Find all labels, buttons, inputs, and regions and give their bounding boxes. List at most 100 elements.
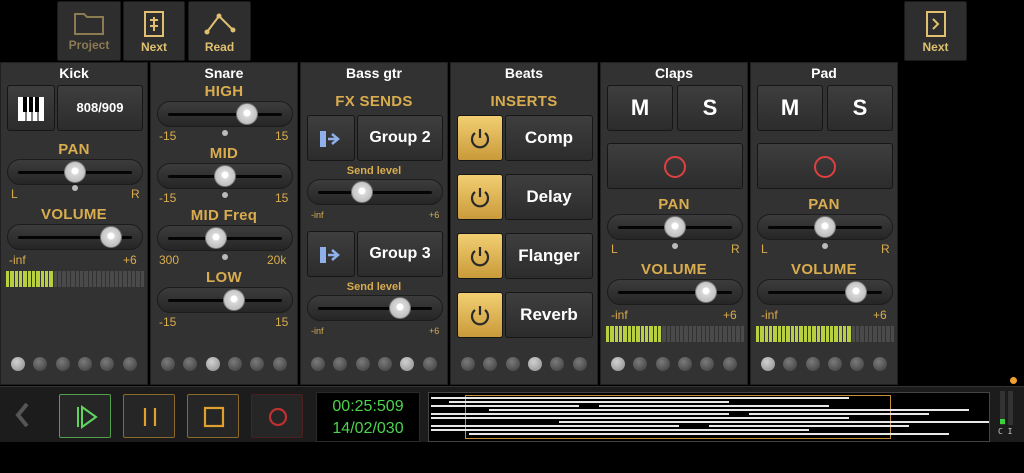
insert-effect-button[interactable]: Reverb xyxy=(505,292,593,338)
page-dot[interactable] xyxy=(550,357,565,371)
eq-mid-slider[interactable] xyxy=(157,163,293,189)
meter-segment xyxy=(71,271,75,287)
eq-high-knob[interactable] xyxy=(236,103,259,125)
play-button[interactable] xyxy=(59,394,111,438)
overview-lane xyxy=(489,409,969,411)
page-dot[interactable] xyxy=(272,357,287,371)
send-group-button[interactable]: Group 3 xyxy=(357,231,443,277)
send-level-knob[interactable] xyxy=(350,181,373,203)
page-dot[interactable] xyxy=(700,357,715,371)
page-dot[interactable] xyxy=(633,357,648,371)
page-dot[interactable] xyxy=(400,357,415,371)
send-route-button[interactable] xyxy=(307,231,355,277)
page-dot[interactable] xyxy=(611,357,626,371)
page-dot[interactable] xyxy=(55,357,70,371)
page-dot[interactable] xyxy=(11,357,26,371)
volume-label: VOLUME xyxy=(641,261,707,278)
record-button[interactable] xyxy=(251,394,303,438)
volume-slider[interactable] xyxy=(757,279,893,305)
page-dot[interactable] xyxy=(678,357,693,371)
pan-knob[interactable] xyxy=(64,161,86,183)
page-dot[interactable] xyxy=(205,357,220,371)
page-dot[interactable] xyxy=(250,357,265,371)
send-level-slider[interactable] xyxy=(307,295,443,321)
page-dot[interactable] xyxy=(183,357,198,371)
insert-power-button[interactable] xyxy=(457,174,503,220)
page-dot[interactable] xyxy=(161,357,176,371)
pan-knob[interactable] xyxy=(814,216,836,238)
stop-button[interactable] xyxy=(187,394,239,438)
meter-segment xyxy=(653,326,658,342)
eq-midfreq-knob[interactable] xyxy=(205,227,228,249)
meter-segment xyxy=(40,271,45,287)
page-dot[interactable] xyxy=(761,357,776,371)
next-button[interactable]: Next xyxy=(123,1,185,61)
page-dot[interactable] xyxy=(483,357,498,371)
insert-effect-button[interactable]: Delay xyxy=(505,174,593,220)
page-dot[interactable] xyxy=(722,357,737,371)
read-button[interactable]: Read xyxy=(188,1,251,61)
pause-button[interactable] xyxy=(123,394,175,438)
chevron-left-icon[interactable] xyxy=(12,401,34,434)
page-dot[interactable] xyxy=(655,357,670,371)
page-dot[interactable] xyxy=(461,357,476,371)
page-dot[interactable] xyxy=(783,357,798,371)
insert-power-button[interactable] xyxy=(457,115,503,161)
meter-segment xyxy=(829,326,834,342)
meter-segment xyxy=(606,326,610,342)
meter-segment xyxy=(769,326,773,342)
send-level-knob[interactable] xyxy=(388,297,411,319)
volume-knob[interactable] xyxy=(99,226,122,248)
pan-slider[interactable] xyxy=(7,159,143,185)
page-dot[interactable] xyxy=(572,357,587,371)
instrument-keyboard-button[interactable] xyxy=(7,85,55,131)
insert-effect-button[interactable]: Flanger xyxy=(505,233,593,279)
page-dot[interactable] xyxy=(355,357,370,371)
overview-lane xyxy=(431,397,849,399)
page-dot[interactable] xyxy=(872,357,887,371)
page-dot[interactable] xyxy=(333,357,348,371)
song-overview[interactable] xyxy=(428,392,990,442)
page-dot[interactable] xyxy=(850,357,865,371)
eq-mid-label: MID xyxy=(209,145,239,162)
record-arm-button[interactable] xyxy=(757,143,893,189)
send-route-button[interactable] xyxy=(307,115,355,161)
eq-low-knob[interactable] xyxy=(222,289,245,311)
send-level-slider[interactable] xyxy=(307,179,443,205)
eq-midfreq-slider[interactable] xyxy=(157,225,293,251)
page-dot[interactable] xyxy=(100,357,115,371)
pan-knob[interactable] xyxy=(664,216,686,238)
volume-knob[interactable] xyxy=(845,281,868,303)
pan-slider[interactable] xyxy=(757,214,893,240)
page-dot[interactable] xyxy=(311,357,326,371)
insert-power-button[interactable] xyxy=(457,233,503,279)
page-dot[interactable] xyxy=(505,357,520,371)
page-dot[interactable] xyxy=(528,357,543,371)
page-dot[interactable] xyxy=(378,357,393,371)
page-dot[interactable] xyxy=(122,357,137,371)
mute-button[interactable]: M xyxy=(757,85,823,131)
volume-slider[interactable] xyxy=(607,279,743,305)
page-dot[interactable] xyxy=(805,357,820,371)
page-dot[interactable] xyxy=(33,357,48,371)
page-dot[interactable] xyxy=(422,357,437,371)
page-dot[interactable] xyxy=(228,357,243,371)
project-button[interactable]: Project xyxy=(57,1,121,61)
eq-low-slider[interactable] xyxy=(157,287,293,313)
send-group-button[interactable]: Group 2 xyxy=(357,115,443,161)
instrument-preset-button[interactable]: 808/909 xyxy=(57,85,143,131)
mute-button[interactable]: M xyxy=(607,85,673,131)
pan-slider[interactable] xyxy=(607,214,743,240)
page-dot[interactable] xyxy=(78,357,93,371)
insert-power-button[interactable] xyxy=(457,292,503,338)
volume-slider[interactable] xyxy=(7,224,143,250)
eq-high-slider[interactable] xyxy=(157,101,293,127)
eq-mid-knob[interactable] xyxy=(214,165,236,187)
record-arm-button[interactable] xyxy=(607,143,743,189)
solo-button[interactable]: S xyxy=(827,85,893,131)
volume-knob[interactable] xyxy=(695,281,718,303)
next-right-button[interactable]: Next xyxy=(904,1,967,61)
page-dot[interactable] xyxy=(828,357,843,371)
insert-effect-button[interactable]: Comp xyxy=(505,115,593,161)
solo-button[interactable]: S xyxy=(677,85,743,131)
